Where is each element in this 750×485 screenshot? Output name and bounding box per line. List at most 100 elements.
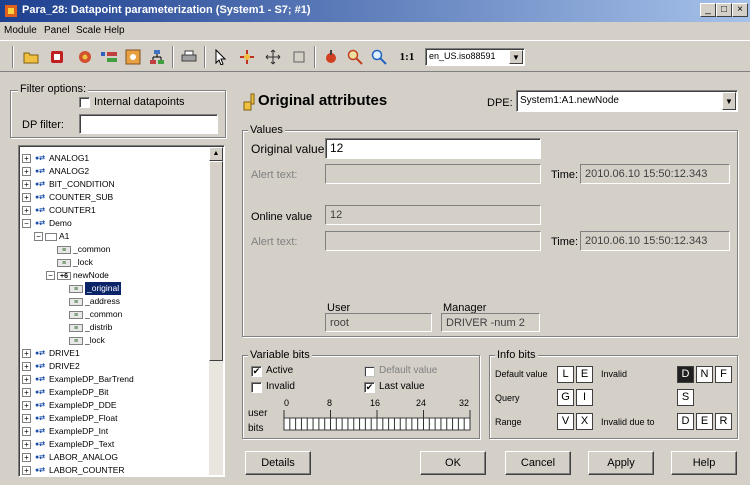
language-value: en_US.iso88591 [429,51,496,61]
scroll-up-icon[interactable]: ▲ [209,147,223,161]
tree-item[interactable]: + ●⇄ LABOR_COUNTER [22,464,125,476]
menu-scale[interactable]: Scale [76,25,101,36]
chevron-down-icon[interactable]: ▼ [509,50,523,64]
ruler-tick-label: 0 [284,398,290,408]
info-bit-box: R [715,413,732,430]
dp-filter-input[interactable] [79,114,218,134]
tree-item[interactable]: + ●⇄ ANALOG1 [22,152,89,165]
apply-button[interactable]: Apply [588,451,654,475]
expand-icon[interactable]: + [22,193,31,202]
invalid-checkbox[interactable] [251,382,262,393]
datapoint-type-icon[interactable] [100,48,118,66]
tree-item[interactable]: + ●⇄ ANALOG2 [22,165,89,178]
dpe-select[interactable]: System1:A1.newNode ▼ [516,90,738,112]
tree-item[interactable]: ≡ _lock [58,334,105,347]
info-bit-box: S [677,389,694,406]
config-icon: ≡ [69,297,83,306]
expand-icon[interactable]: + [22,388,31,397]
menu-help[interactable]: Help [104,25,125,36]
pointer-icon[interactable] [212,48,230,66]
internal-datapoints-checkbox[interactable] [79,97,90,108]
last-value-checkbox[interactable]: ✔ [364,382,375,393]
expand-icon[interactable]: + [22,453,31,462]
select-hand-icon[interactable] [238,48,256,66]
tree-item[interactable]: ≡ _lock [46,256,93,269]
tree-item[interactable]: + ●⇄ ExampleDP_Int [22,425,108,438]
user-bits-ruler[interactable] [283,410,473,434]
cancel-button[interactable]: Cancel [505,451,571,475]
tree-item[interactable]: + ●⇄ DRIVE2 [22,360,80,373]
tree-structure-icon[interactable] [148,48,166,66]
info-bit-box: F [715,366,732,383]
collapse-icon[interactable]: − [22,219,31,228]
tree-item[interactable]: − A1 [34,230,69,243]
tree-item[interactable]: + ●⇄ COUNTER_SUB [22,191,113,204]
title-bar: Para_28: Datapoint parameterization (Sys… [0,0,750,22]
datapoint-tree[interactable]: + ●⇄ ANALOG1 + ●⇄ ANALOG2 + ●⇄ BIT_CONDITION + ●⇄ C… [18,145,225,477]
expand-icon[interactable]: + [22,375,31,384]
tree-scrollbar[interactable]: ▲ [209,147,223,475]
expand-icon[interactable]: + [22,466,31,475]
default-value-label: Default value [379,365,438,376]
expand-icon[interactable]: + [22,427,31,436]
datapoint-type-icon: ●⇄ [34,401,46,409]
tree-item[interactable]: ≡ _address [58,295,120,308]
collapse-icon[interactable]: − [46,271,55,280]
tree-item[interactable]: + ●⇄ ExampleDP_Text [22,438,114,451]
tree-item[interactable]: + ●⇄ ExampleDP_DDE [22,399,117,412]
tree-item[interactable]: ≡ _common [46,243,110,256]
open-folder-icon[interactable] [22,48,40,66]
move-arrows-icon[interactable] [264,48,282,66]
original-value-input[interactable]: 12 [325,138,541,159]
tree-item[interactable]: + ●⇄ COUNTER1 [22,204,96,217]
tree-item[interactable]: − +6 newNode [46,269,109,282]
settings-gear-icon[interactable] [76,48,94,66]
tree-item[interactable]: ≡ _common [58,308,122,321]
datapoint-type-icon: ●⇄ [34,219,46,227]
tree-item[interactable]: + ●⇄ ExampleDP_Bit [22,386,109,399]
close-button[interactable]: × [732,3,748,17]
tree-item[interactable]: ≡ _original [58,282,122,295]
tree-item[interactable]: − ●⇄ Demo [22,217,72,230]
tree-item[interactable]: + ●⇄ ExampleDP_BarTrend [22,373,134,386]
alert-text-online-label: Alert text: [251,236,298,248]
tree-item[interactable]: + ●⇄ LABOR_ANALOG [22,451,118,464]
zoom-in-icon[interactable] [346,48,364,66]
expand-icon[interactable]: + [22,414,31,423]
collapse-icon[interactable]: − [34,232,43,241]
active-checkbox[interactable]: ✔ [251,366,262,377]
maximize-button[interactable]: □ [716,3,732,17]
expand-icon[interactable]: + [22,362,31,371]
tree-item-label: ANALOG2 [49,166,90,176]
expand-icon[interactable]: + [22,206,31,215]
zoom-out-icon[interactable] [370,48,388,66]
zoom-1to1-button[interactable]: 1:1 [396,48,418,66]
tree-item[interactable]: ≡ _distrib [58,321,112,334]
print-icon[interactable] [180,48,198,66]
details-button[interactable]: Details [245,451,311,475]
menu-module[interactable]: Module [4,25,37,36]
expand-icon[interactable]: + [22,167,31,176]
expand-icon[interactable]: + [22,401,31,410]
dpe-label: DPE: [487,97,513,109]
language-select[interactable]: en_US.iso88591 ▼ [425,48,525,66]
image-icon[interactable] [124,48,142,66]
frame-icon[interactable] [290,48,308,66]
tree-item[interactable]: + ●⇄ BIT_CONDITION [22,178,115,191]
expand-icon[interactable]: + [22,180,31,189]
help-button[interactable]: Help [671,451,737,475]
stop-icon[interactable] [48,48,66,66]
tree-item-label: DRIVE1 [49,348,80,358]
chevron-down-icon[interactable]: ▼ [722,92,736,110]
ok-button[interactable]: OK [420,451,486,475]
info-bit-box: E [696,413,713,430]
menu-panel[interactable]: Panel [44,25,70,36]
tree-item[interactable]: + ●⇄ ExampleDP_Float [22,412,118,425]
expand-icon[interactable]: + [22,440,31,449]
scroll-thumb[interactable] [209,161,223,361]
expand-icon[interactable]: + [22,154,31,163]
node-icon[interactable] [322,48,340,66]
minimize-button[interactable]: _ [700,3,716,17]
tree-item[interactable]: + ●⇄ DRIVE1 [22,347,80,360]
expand-icon[interactable]: + [22,349,31,358]
